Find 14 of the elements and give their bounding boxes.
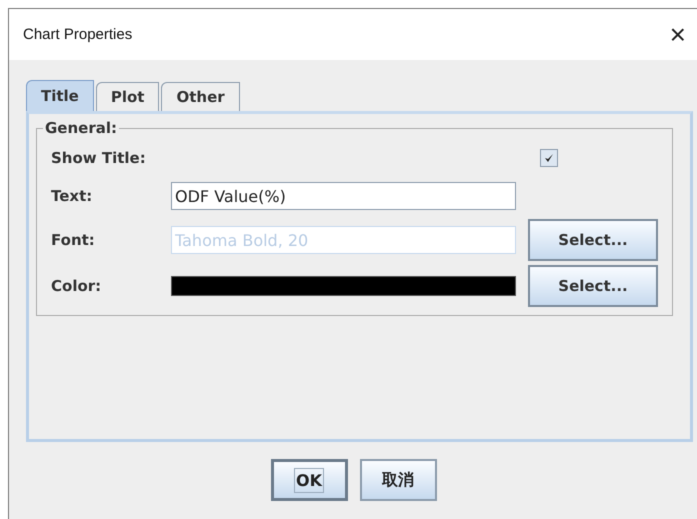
checkbox[interactable]	[540, 149, 558, 167]
select-button[interactable]: Select...	[528, 265, 658, 307]
text-field[interactable]: ODF Value(%)	[171, 182, 516, 210]
dialog-button[interactable]: 取消	[360, 459, 436, 501]
field-label: Show Title:	[51, 149, 147, 167]
tab[interactable]: Title	[26, 80, 94, 111]
window-title: Chart Properties	[23, 26, 132, 43]
field-label: Font:	[51, 231, 96, 249]
close-button[interactable]: ×	[666, 20, 690, 48]
field-label: Text:	[51, 187, 94, 205]
dialog-button[interactable]: OK	[270, 459, 348, 501]
tab[interactable]: Other	[161, 82, 240, 111]
tab[interactable]: Plot	[96, 82, 160, 111]
field-label: Color:	[51, 277, 102, 295]
